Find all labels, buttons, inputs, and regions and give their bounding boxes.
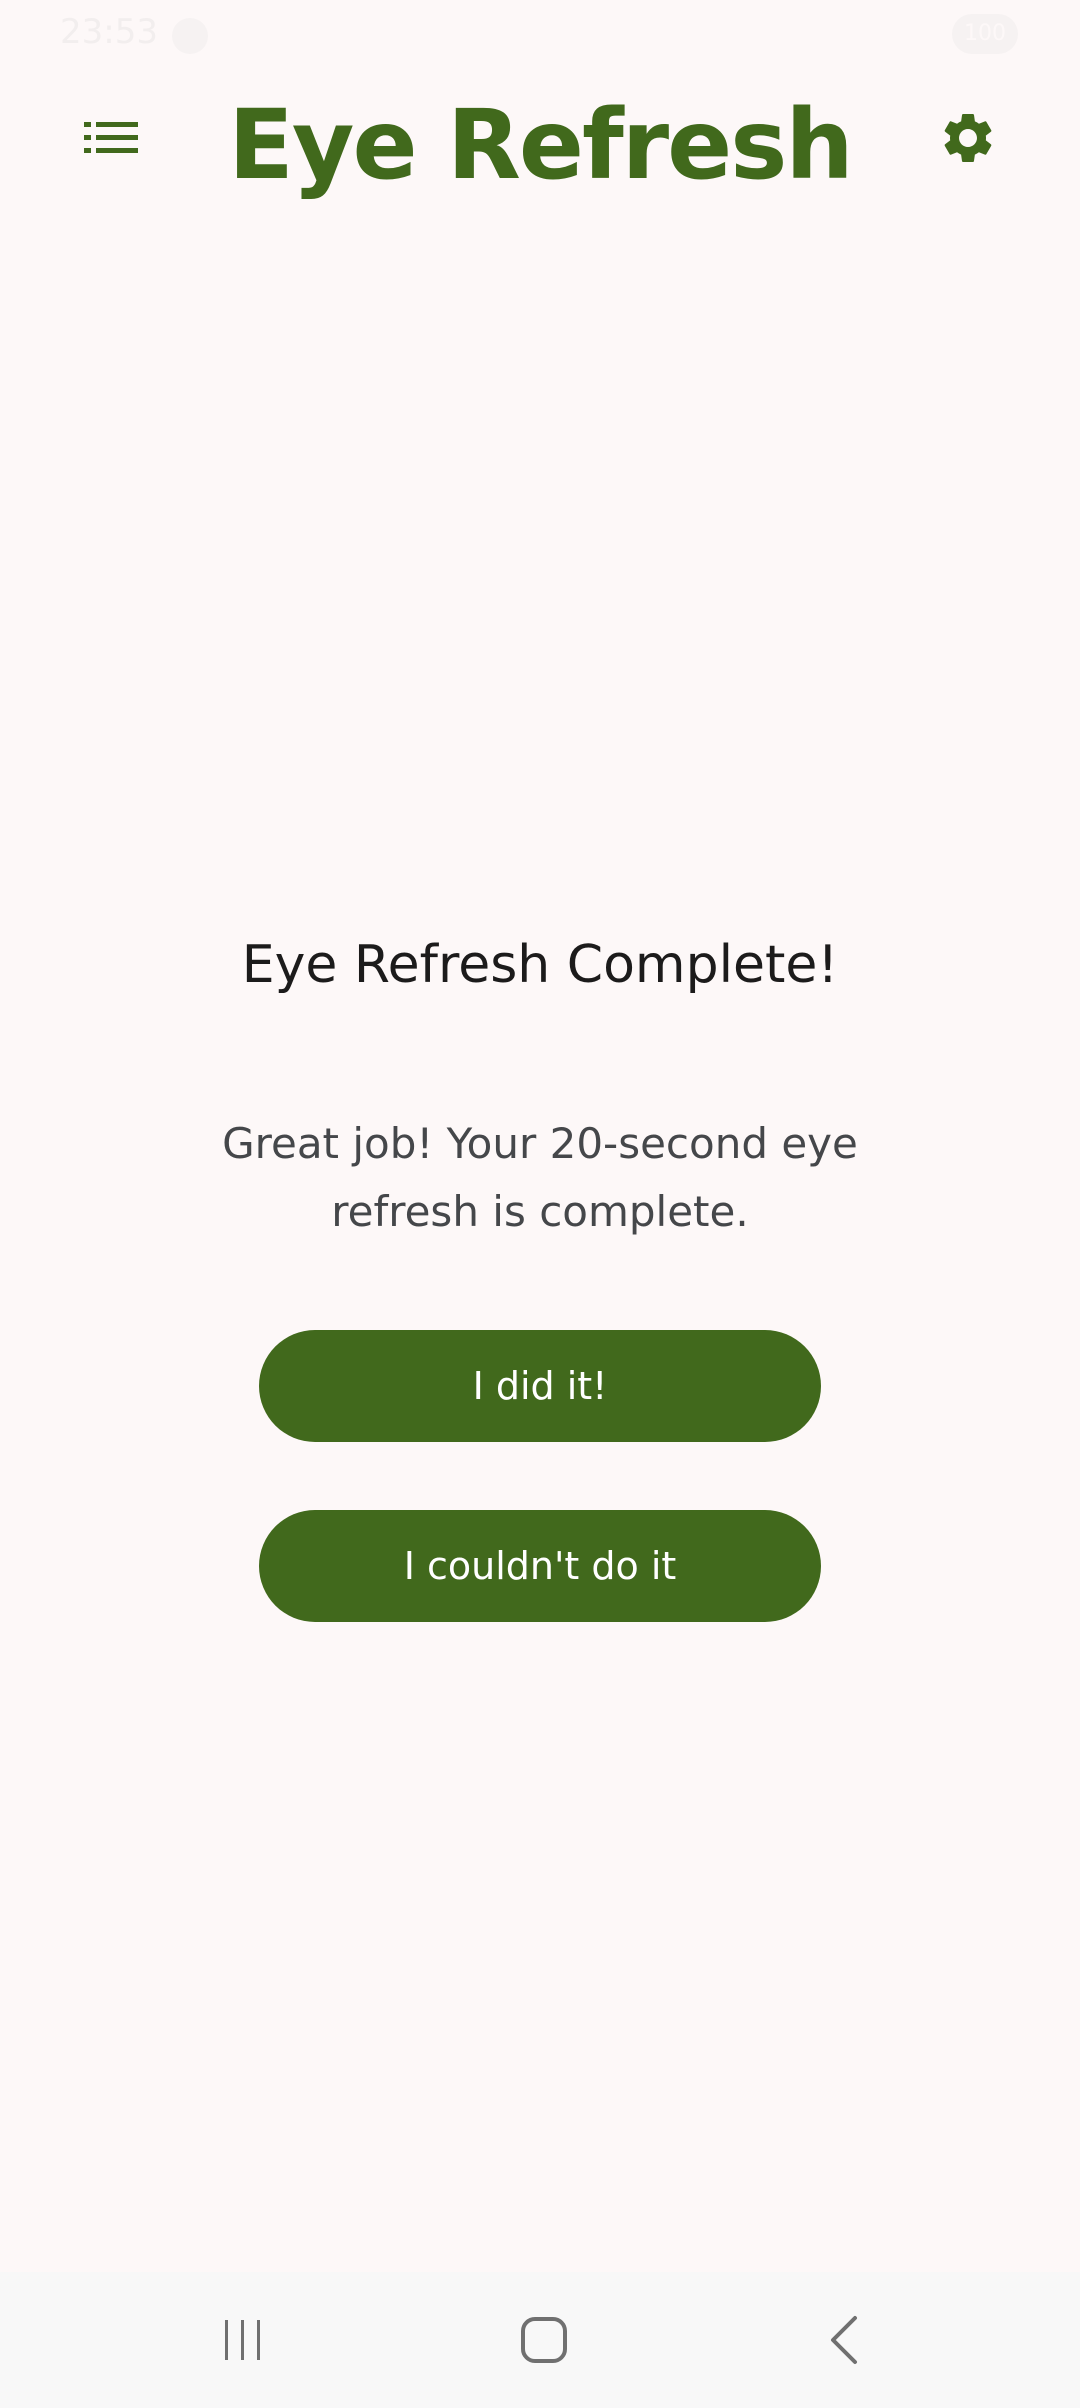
home-button[interactable] (499, 2300, 589, 2380)
notification-icon (172, 18, 208, 54)
top-app-bar: Eye Refresh (0, 70, 1080, 210)
completion-headline: Eye Refresh Complete! (241, 935, 839, 995)
system-navigation-bar (0, 2272, 1080, 2408)
home-icon (521, 2317, 567, 2363)
gear-icon (944, 113, 992, 162)
signal-icon (820, 18, 930, 50)
completion-content: Eye Refresh Complete! Great job! Your 20… (0, 920, 1080, 1246)
back-button[interactable] (800, 2300, 890, 2380)
recents-icon (225, 2320, 260, 2360)
couldnt-do-it-button[interactable]: I couldn't do it (259, 1510, 821, 1622)
status-bar: 23:53 100 (0, 0, 1080, 70)
app-title: Eye Refresh (228, 89, 853, 201)
completion-message: Great job! Your 20-second eye refresh is… (222, 1119, 858, 1236)
recents-button[interactable] (198, 2300, 288, 2380)
eye-refresh-complete-screen: 23:53 100 Eye Refresh Eye Refresh Comple… (0, 0, 1080, 2408)
battery-level: 100 (964, 21, 1006, 46)
did-it-button[interactable]: I did it! (259, 1330, 821, 1442)
status-time: 23:53 (60, 12, 158, 52)
back-icon (831, 2316, 857, 2364)
battery-icon: 100 (952, 14, 1018, 54)
settings-button[interactable] (928, 100, 1008, 176)
